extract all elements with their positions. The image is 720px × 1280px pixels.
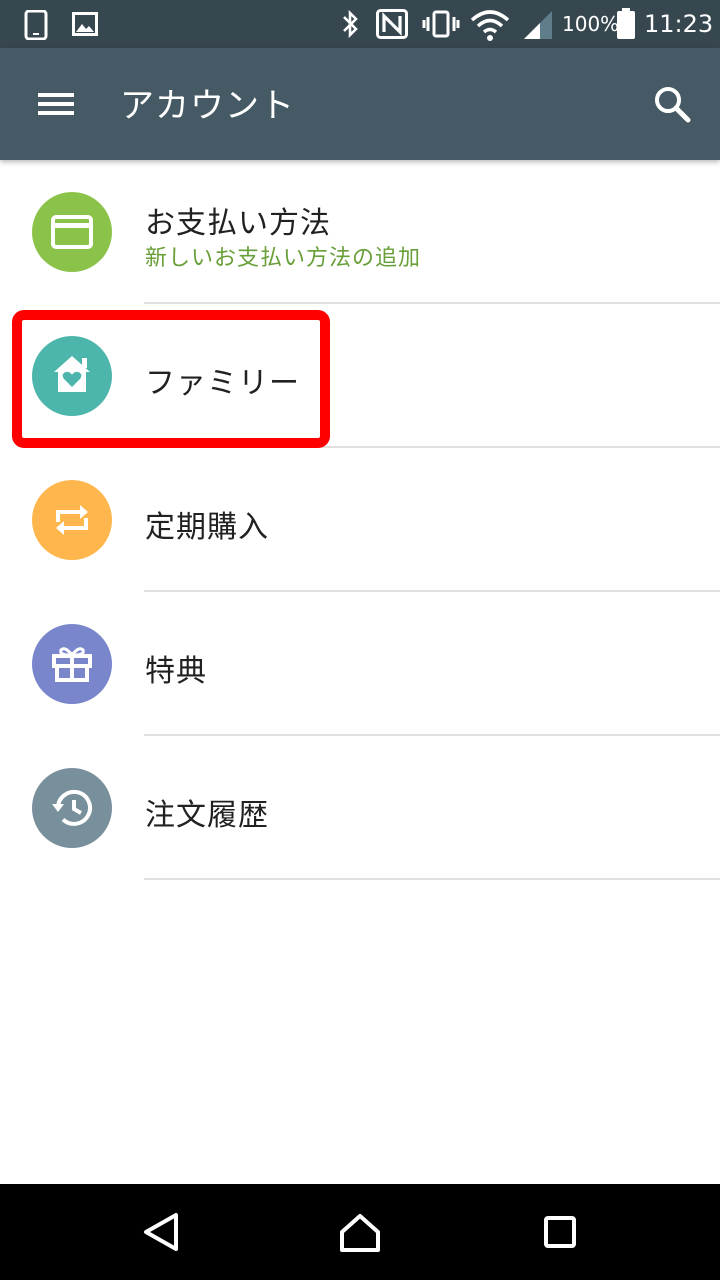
- list-item-sublabel: 新しいお支払い方法の追加: [145, 246, 422, 271]
- bluetooth-icon: [340, 9, 362, 43]
- image-notification-icon: [72, 12, 98, 40]
- list-item-label: 定期購入: [145, 510, 269, 545]
- status-bar: 100% 11:23: [0, 0, 720, 48]
- wifi-icon: [470, 8, 510, 46]
- list-item-label: お支払い方法: [145, 206, 331, 241]
- repeat-icon: [32, 480, 112, 560]
- nfc-icon: [376, 9, 408, 43]
- list-item-label: 特典: [145, 654, 207, 689]
- battery-percent: 100%: [562, 12, 620, 36]
- list-item-family[interactable]: ファミリー: [0, 304, 720, 448]
- divider: [144, 878, 720, 880]
- app-bar: アカウント: [0, 48, 720, 160]
- list-item-order-history[interactable]: 注文履歴: [0, 736, 720, 880]
- account-menu-list: お支払い方法 新しいお支払い方法の追加 ファミリー 定期購入 特典 注文履歴: [0, 160, 720, 880]
- page-title: アカウント: [120, 86, 295, 126]
- recents-square-icon[interactable]: [530, 1202, 590, 1262]
- home-icon[interactable]: [330, 1202, 390, 1262]
- cell-signal-icon: [522, 10, 554, 44]
- gift-icon: [32, 624, 112, 704]
- list-item-label: ファミリー: [145, 366, 300, 401]
- credit-card-icon: [32, 192, 112, 272]
- list-item-subscriptions[interactable]: 定期購入: [0, 448, 720, 592]
- screen: 100% 11:23 アカウント お支払い方法 新しいお支払い方法の追加 ファミ…: [0, 0, 720, 1280]
- vibrate-icon: [422, 9, 460, 43]
- hamburger-menu-icon[interactable]: [24, 76, 88, 132]
- list-item-payment-method[interactable]: お支払い方法 新しいお支払い方法の追加: [0, 160, 720, 304]
- family-home-icon: [32, 336, 112, 416]
- search-icon[interactable]: [640, 74, 704, 134]
- list-item-rewards[interactable]: 特典: [0, 592, 720, 736]
- back-triangle-icon[interactable]: [130, 1202, 190, 1262]
- clock: 11:23: [644, 10, 714, 38]
- history-icon: [32, 768, 112, 848]
- phone-notification-icon: [24, 9, 48, 44]
- battery-icon: [616, 8, 636, 44]
- system-nav-bar: [0, 1184, 720, 1280]
- list-item-label: 注文履歴: [145, 798, 269, 833]
